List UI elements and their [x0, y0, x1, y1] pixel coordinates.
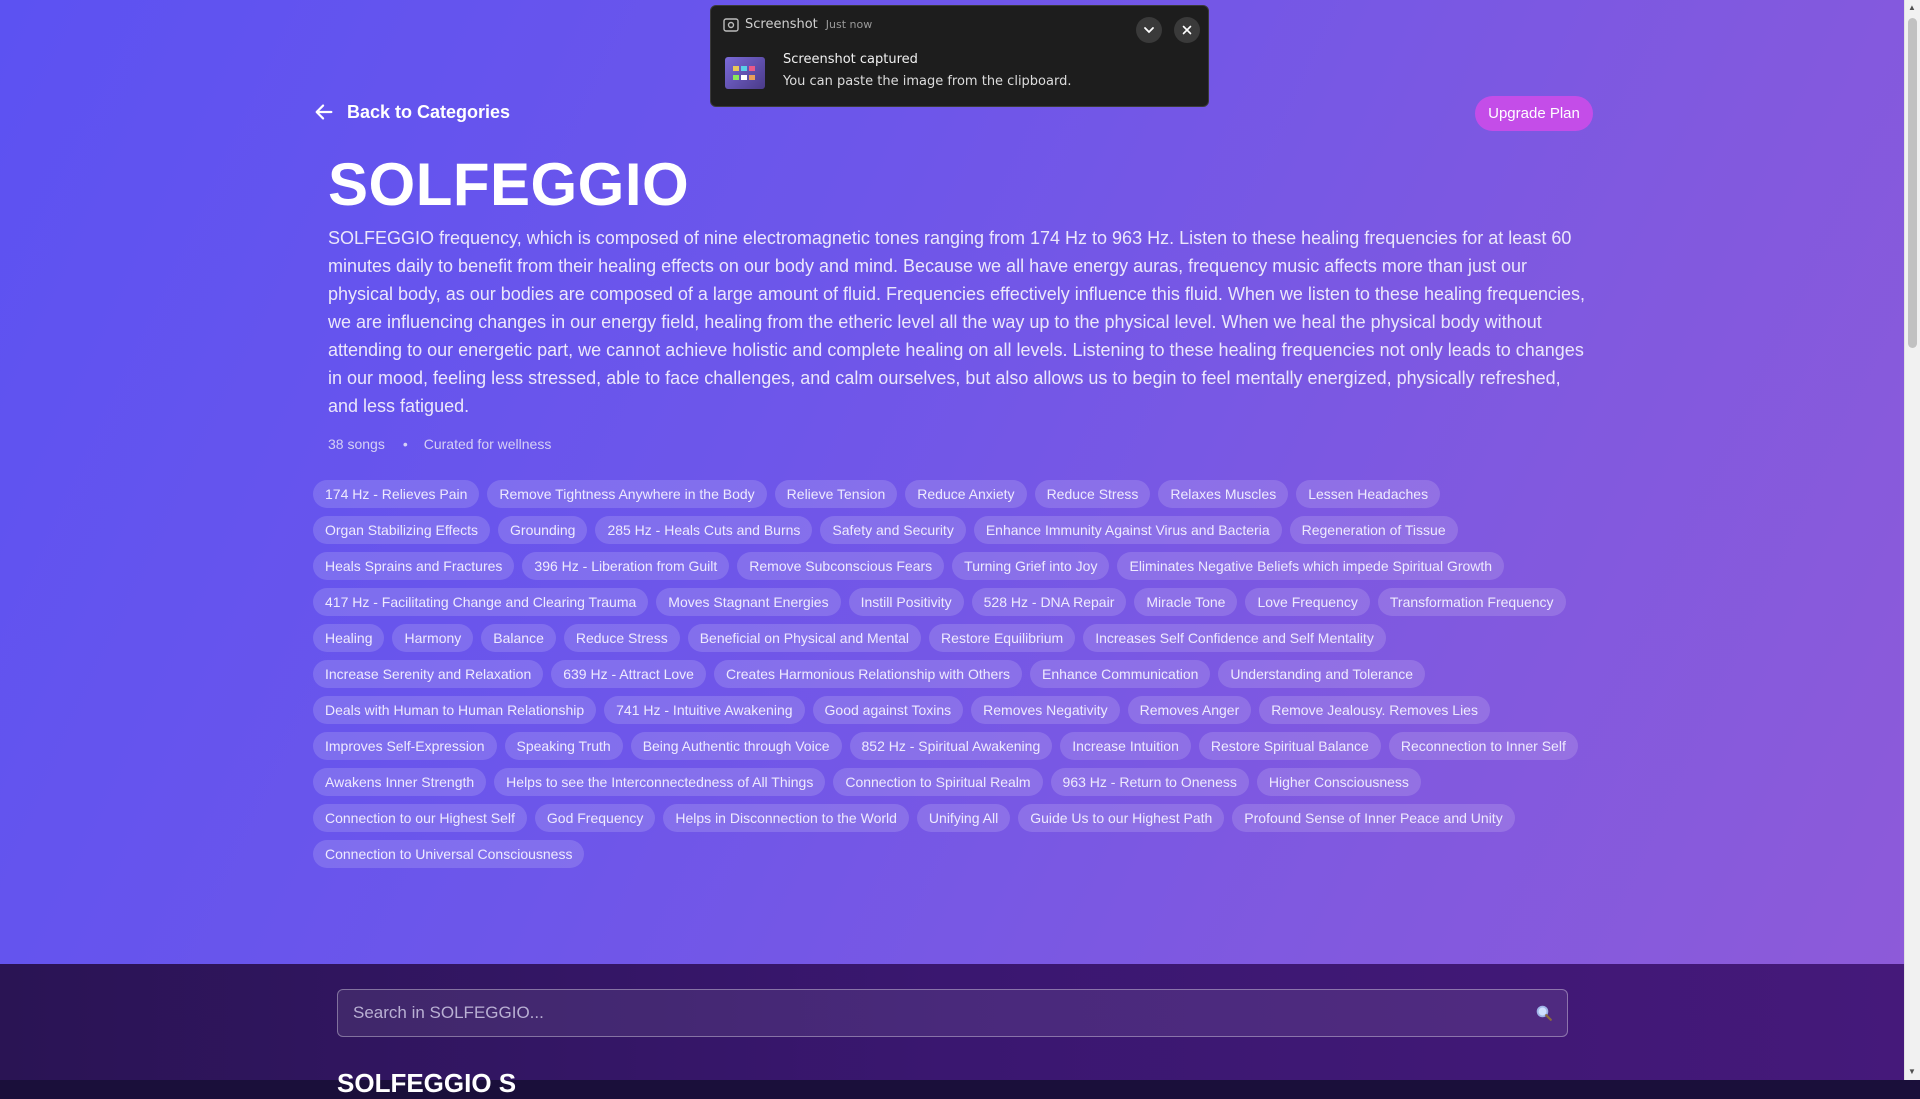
benefit-tag[interactable]: Awakens Inner Strength: [313, 768, 487, 796]
screenshot-notification[interactable]: Screenshot Just now Screenshot captured …: [710, 5, 1209, 107]
benefit-tag[interactable]: 174 Hz - Relieves Pain: [313, 480, 480, 508]
chevron-down-icon: [1144, 27, 1154, 34]
benefit-tag[interactable]: Remove Subconscious Fears: [737, 552, 945, 580]
benefit-tag[interactable]: 852 Hz - Spiritual Awakening: [849, 732, 1053, 760]
benefit-tag[interactable]: 963 Hz - Return to Oneness: [1050, 768, 1249, 796]
scroll-up-arrow-icon[interactable]: ▲: [1908, 3, 1916, 13]
benefit-tag[interactable]: Reconnection to Inner Self: [1388, 732, 1578, 760]
benefit-tag[interactable]: Reduce Anxiety: [905, 480, 1027, 508]
benefit-tag[interactable]: Higher Consciousness: [1256, 768, 1421, 796]
benefit-tag[interactable]: Heals Sprains and Fractures: [313, 552, 515, 580]
close-notification-button[interactable]: [1174, 17, 1200, 43]
screenshot-app-icon: [723, 17, 739, 32]
benefit-tag[interactable]: Relaxes Muscles: [1158, 480, 1289, 508]
benefit-tag[interactable]: Grounding: [498, 516, 588, 544]
benefit-tag[interactable]: Reduce Stress: [1034, 480, 1151, 508]
upgrade-plan-button[interactable]: Upgrade Plan: [1475, 96, 1593, 131]
search-input[interactable]: [338, 1002, 1535, 1024]
benefit-tag[interactable]: God Frequency: [534, 804, 656, 832]
benefit-tag[interactable]: Transformation Frequency: [1377, 588, 1566, 616]
benefit-tag[interactable]: Beneficial on Physical and Mental: [687, 624, 922, 652]
benefit-tag[interactable]: Restore Equilibrium: [929, 624, 1076, 652]
benefit-tag[interactable]: Enhance Communication: [1029, 660, 1211, 688]
scrollbar-thumb[interactable]: [1908, 18, 1917, 348]
benefit-tag[interactable]: Organ Stabilizing Effects: [313, 516, 491, 544]
benefit-tag[interactable]: Profound Sense of Inner Peace and Unity: [1232, 804, 1515, 832]
screenshot-thumbnail[interactable]: [725, 57, 765, 89]
section-heading: SOLFEGGIO S: [337, 1068, 517, 1098]
benefit-tag[interactable]: Being Authentic through Voice: [630, 732, 842, 760]
benefit-tag[interactable]: Harmony: [392, 624, 474, 652]
benefit-tag[interactable]: Improves Self-Expression: [313, 732, 497, 760]
collapse-notification-button[interactable]: [1136, 17, 1162, 43]
benefit-tag[interactable]: Restore Spiritual Balance: [1198, 732, 1381, 760]
separator-dot: •: [402, 436, 408, 452]
benefit-tag[interactable]: Enhance Immunity Against Virus and Bacte…: [973, 516, 1282, 544]
benefit-tag[interactable]: Regeneration of Tissue: [1289, 516, 1458, 544]
benefit-tag[interactable]: Relieve Tension: [774, 480, 898, 508]
vertical-scrollbar[interactable]: ▲ ▼: [1904, 0, 1920, 1080]
benefit-tag[interactable]: Moves Stagnant Energies: [656, 588, 841, 616]
benefit-tag[interactable]: Lessen Headaches: [1296, 480, 1441, 508]
benefit-tag[interactable]: Turning Grief into Joy: [952, 552, 1110, 580]
song-count: 38 songs: [328, 436, 385, 452]
benefit-tag[interactable]: Removes Negativity: [971, 696, 1120, 724]
benefit-tag[interactable]: 741 Hz - Intuitive Awakening: [604, 696, 805, 724]
benefit-tag[interactable]: Deals with Human to Human Relationship: [313, 696, 597, 724]
benefit-tag[interactable]: 285 Hz - Heals Cuts and Burns: [595, 516, 813, 544]
curated-label: Curated for wellness: [423, 436, 552, 452]
benefit-tag[interactable]: Helps in Disconnection to the World: [663, 804, 909, 832]
benefit-tag[interactable]: Connection to our Highest Self: [313, 804, 527, 832]
benefit-tag[interactable]: Understanding and Tolerance: [1218, 660, 1426, 688]
notification-body: You can paste the image from the clipboa…: [783, 74, 1072, 89]
benefit-tag[interactable]: Increase Serenity and Relaxation: [313, 660, 544, 688]
notification-app-name: Screenshot: [745, 17, 818, 32]
benefit-tag[interactable]: Instill Positivity: [848, 588, 964, 616]
notification-title: Screenshot captured: [783, 52, 918, 67]
benefit-tag[interactable]: Balance: [481, 624, 556, 652]
benefit-tag[interactable]: Connection to Spiritual Realm: [833, 768, 1043, 796]
notification-time: Just now: [825, 18, 873, 31]
benefit-tag[interactable]: Good against Toxins: [812, 696, 964, 724]
benefit-tag[interactable]: Unifying All: [916, 804, 1011, 832]
arrow-left-icon: [315, 104, 333, 120]
benefit-tag[interactable]: Healing: [313, 624, 385, 652]
benefit-tag[interactable]: Speaking Truth: [504, 732, 623, 760]
benefit-tag[interactable]: Connection to Universal Consciousness: [313, 840, 585, 868]
benefit-tag[interactable]: Love Frequency: [1245, 588, 1370, 616]
search-icon[interactable]: [1535, 1004, 1553, 1022]
benefit-tag[interactable]: Safety and Security: [820, 516, 966, 544]
benefit-tag[interactable]: Increase Intuition: [1060, 732, 1191, 760]
benefit-tag[interactable]: Remove Jealousy. Removes Lies: [1259, 696, 1490, 724]
benefit-tag[interactable]: Remove Tightness Anywhere in the Body: [487, 480, 767, 508]
benefit-tag[interactable]: Removes Anger: [1127, 696, 1252, 724]
benefit-tags: 174 Hz - Relieves Pain Remove Tightness A…: [313, 480, 1603, 868]
back-label: Back to Categories: [347, 101, 511, 122]
category-meta: 38 songs • Curated for wellness: [328, 436, 551, 452]
category-description: SOLFEGGIO frequency, which is composed o…: [328, 228, 1586, 416]
benefit-tag[interactable]: Guide Us to our Highest Path: [1018, 804, 1225, 832]
search-box[interactable]: [337, 989, 1568, 1037]
back-to-categories-link[interactable]: Back to Categories: [313, 101, 510, 123]
benefit-tag[interactable]: 528 Hz - DNA Repair: [971, 588, 1127, 616]
benefit-tag[interactable]: Miracle Tone: [1134, 588, 1238, 616]
benefit-tag[interactable]: Increases Self Confidence and Self Menta…: [1083, 624, 1386, 652]
close-icon: [1182, 25, 1192, 35]
benefit-tag[interactable]: 417 Hz - Facilitating Change and Clearin…: [313, 588, 649, 616]
benefit-tag[interactable]: Helps to see the Interconnectedness of A…: [494, 768, 826, 796]
benefit-tag[interactable]: 396 Hz - Liberation from Guilt: [522, 552, 730, 580]
scroll-down-arrow-icon[interactable]: ▼: [1908, 1067, 1916, 1077]
benefit-tag[interactable]: Reduce Stress: [563, 624, 680, 652]
benefit-tag[interactable]: Eliminates Negative Beliefs which impede…: [1117, 552, 1505, 580]
benefit-tag[interactable]: Creates Harmonious Relationship with Oth…: [713, 660, 1022, 688]
page-title: SOLFEGGIO: [328, 151, 690, 218]
benefit-tag[interactable]: 639 Hz - Attract Love: [551, 660, 706, 688]
